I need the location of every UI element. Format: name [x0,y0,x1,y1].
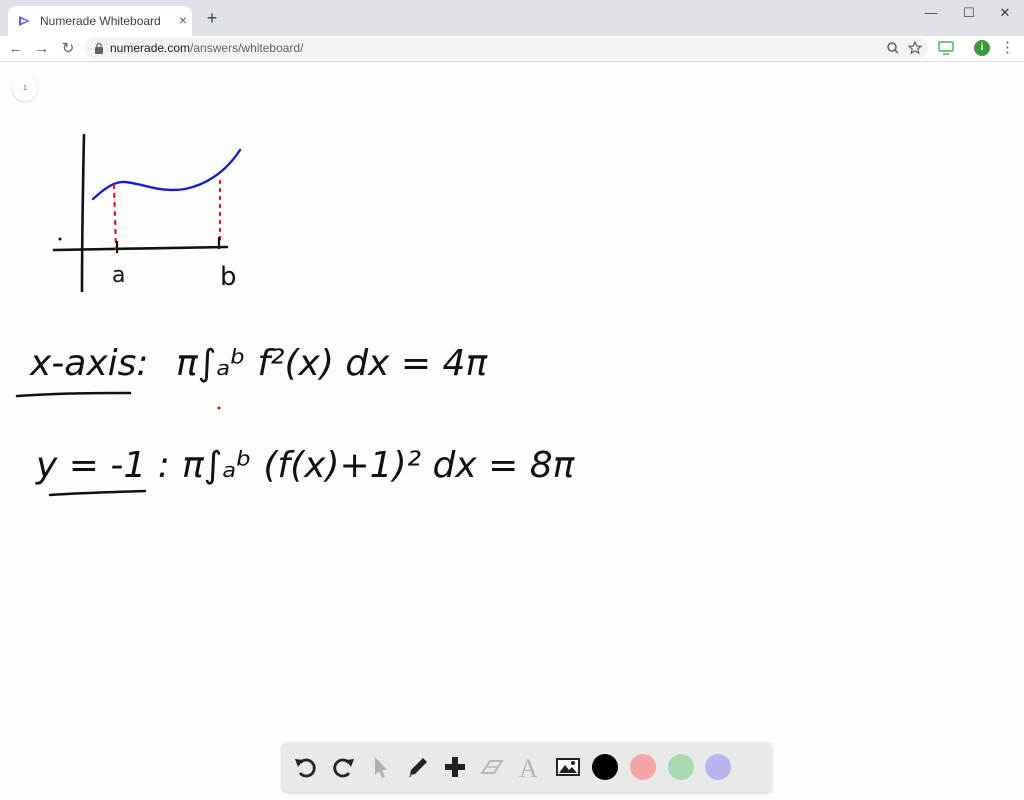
function-curve [91,148,242,201]
equation-1-underline [15,391,132,398]
graph-label-a: a [112,263,125,288]
tab-close-icon[interactable]: × [176,12,190,28]
guide-line-a [112,183,118,251]
url-text: numerade.com/answers/whiteboard/ [110,41,303,55]
url-host: numerade.com [110,41,191,55]
cast-icon[interactable] [938,41,954,55]
tab-title: Numerade Whiteboard [40,14,161,28]
undo-icon[interactable] [292,753,320,781]
equation-2-underline [48,489,147,497]
tool-palette: A [282,742,772,792]
graph-dot [58,237,62,241]
maximize-button[interactable]: ☐ [956,3,982,23]
address-bar[interactable]: numerade.com/answers/whiteboard/ [84,37,928,59]
graph-x-axis [52,245,229,252]
equation-2-expression: π∫ₐᵇ (f(x)+1)² dx = 8π [182,445,576,486]
browser-window: Numerade Whiteboard × + — ☐ ✕ ← → ↻ nume… [0,0,1024,800]
url-path: /answers/whiteboard/ [190,41,304,55]
graph-y-axis [80,133,86,293]
browser-menu-icon[interactable]: ⋮ [1000,38,1015,58]
reload-button[interactable]: ↻ [58,39,78,59]
pencil-icon[interactable] [404,753,432,781]
new-tab-button[interactable]: + [202,8,222,28]
equation-2-label: y = -1 : [35,445,170,486]
lock-icon [95,42,103,54]
red-mark [217,406,221,410]
image-icon[interactable] [554,753,582,781]
pointer-icon[interactable] [366,753,394,781]
browser-toolbar: ← → ↻ numerade.com/answers/whiteboard/ [0,36,1024,62]
close-window-button[interactable]: ✕ [992,3,1018,23]
tab-strip: Numerade Whiteboard × + — ☐ ✕ [0,0,1024,36]
forward-button[interactable]: → [32,39,52,59]
color-swatch-green[interactable] [668,754,694,780]
zoom-search-icon[interactable] [884,39,902,57]
back-button[interactable]: ← [6,39,26,59]
eraser-icon[interactable] [478,753,506,781]
bookmark-star-icon[interactable] [906,39,924,57]
equation-1-expression: π∫ₐᵇ f²(x) dx = 4π [176,343,488,384]
text-icon[interactable]: A [516,753,544,781]
whiteboard-canvas[interactable]: 1 a b x-axis: π∫ₐᵇ f²(x) dx = 4π y = -1 … [0,63,1024,800]
minimize-button[interactable]: — [918,3,944,23]
color-swatch-black[interactable] [592,754,618,780]
graph-label-b: b [220,262,237,292]
color-swatch-red[interactable] [630,754,656,780]
redo-icon[interactable] [329,753,357,781]
tab-numerade-whiteboard[interactable]: Numerade Whiteboard × [8,6,192,36]
numerade-logo-icon [19,16,30,26]
plus-icon[interactable] [441,753,469,781]
color-swatch-purple[interactable] [705,754,731,780]
text-tool-glyph: A [519,754,538,781]
whiteboard-drawing: a b x-axis: π∫ₐᵇ f²(x) dx = 4π y = -1 : … [15,133,576,497]
profile-avatar[interactable]: i [974,40,990,56]
equation-1-label: x-axis: [29,343,149,384]
